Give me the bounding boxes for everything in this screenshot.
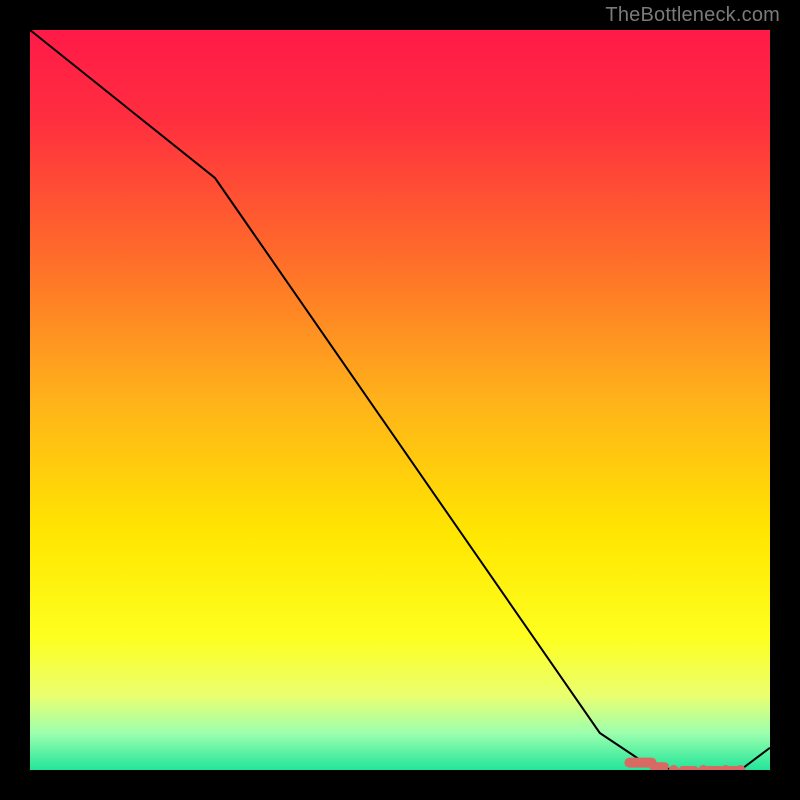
watermark-text: TheBottleneck.com xyxy=(605,4,780,27)
chart-svg xyxy=(30,30,770,770)
gradient-background xyxy=(30,30,770,770)
chart-frame: TheBottleneck.com xyxy=(0,0,800,800)
plot-area xyxy=(30,30,770,770)
marker-dot xyxy=(639,758,649,768)
